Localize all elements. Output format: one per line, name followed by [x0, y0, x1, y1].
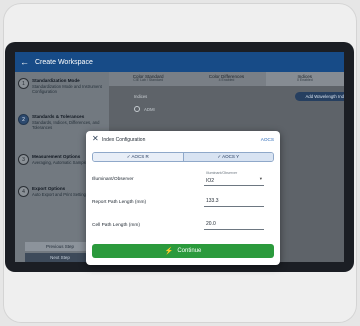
input-value: 20.0 — [206, 221, 216, 227]
index-option-label: ADMI — [144, 106, 155, 112]
chevron-down-icon: ▾ — [259, 176, 262, 181]
bolt-icon: ⚡ — [164, 248, 174, 255]
step-subtitle: Standards, Indices, Differences, and Tol… — [32, 120, 100, 131]
step-number: 3 — [18, 154, 29, 165]
tab-indices[interactable]: Indices 0 Enabled — [265, 72, 344, 86]
segment-aocs-r[interactable]: ✓ AOCS R — [93, 153, 183, 161]
step-title: Standards & Tolerances — [32, 114, 85, 119]
cell-path-length-input[interactable]: 20.0 — [204, 219, 264, 230]
step-number: 1 — [18, 78, 29, 89]
illuminant-observer-label: Illuminant/Observer — [92, 177, 134, 182]
tab-sublabel: 0 Enabled — [296, 78, 313, 83]
step-number: 2 — [18, 114, 29, 125]
page-title: Create Workspace — [35, 58, 93, 66]
index-configuration-dialog: ✕ Index Configuration AOCS ✓ AOCS R ✓ AO… — [86, 131, 280, 265]
step-title: Standardization Mode — [32, 78, 80, 83]
tab-bar: Color Standard CIE Lab / Standard Color … — [109, 72, 344, 86]
index-option-admi[interactable]: ADMI — [134, 106, 155, 112]
cell-path-length-label: Cell Path Length (mm) — [92, 223, 140, 228]
backdrop: ← Create Workspace 1 Standardization Mod… — [0, 0, 360, 326]
illuminant-observer-select[interactable]: Illuminant/Observer IO2 ▾ — [204, 171, 264, 186]
step-title: Measurement Options — [32, 154, 81, 159]
step-subtitle: Standardization Mode and Instrument Conf… — [32, 84, 102, 95]
close-icon[interactable]: ✕ — [92, 135, 99, 143]
radio-icon — [134, 106, 140, 112]
dialog-title: Index Configuration — [102, 137, 146, 143]
select-value: IO2 — [206, 178, 215, 184]
indices-section-label: Indices — [134, 94, 148, 99]
dialog-header-link[interactable]: AOCS — [261, 137, 274, 142]
dialog-header: ✕ Index Configuration AOCS — [86, 131, 280, 149]
report-path-length-label: Report Path Length (mm) — [92, 200, 147, 205]
tab-sublabel: 4 Enabled — [218, 78, 235, 83]
tab-color-standard[interactable]: Color Standard CIE Lab / Standard — [109, 72, 187, 86]
step-number: 4 — [18, 186, 29, 197]
next-step-button[interactable]: Next Step — [25, 253, 95, 262]
continue-label: Continue — [177, 248, 202, 254]
input-value: 133.3 — [206, 198, 219, 204]
select-caption: Illuminant/Observer — [206, 171, 238, 175]
report-path-length-input[interactable]: 133.3 — [204, 196, 264, 207]
tab-sublabel: CIE Lab / Standard — [133, 78, 164, 83]
wizard-step-1[interactable]: 1 Standardization Mode Standardization M… — [18, 78, 108, 108]
tab-color-differences[interactable]: Color Differences 4 Enabled — [187, 72, 265, 86]
index-segmented-control: ✓ AOCS R ✓ AOCS Y — [92, 152, 274, 162]
add-wavelength-index-button[interactable]: Add Wavelength Index — [295, 92, 344, 101]
previous-step-button[interactable]: Previous Step — [25, 242, 95, 251]
back-arrow-icon[interactable]: ← — [20, 57, 29, 67]
app-bar: ← Create Workspace — [15, 52, 344, 72]
step-title: Export Options — [32, 186, 66, 191]
segment-aocs-y[interactable]: ✓ AOCS Y — [182, 153, 273, 161]
continue-button[interactable]: ⚡ Continue — [92, 244, 274, 258]
